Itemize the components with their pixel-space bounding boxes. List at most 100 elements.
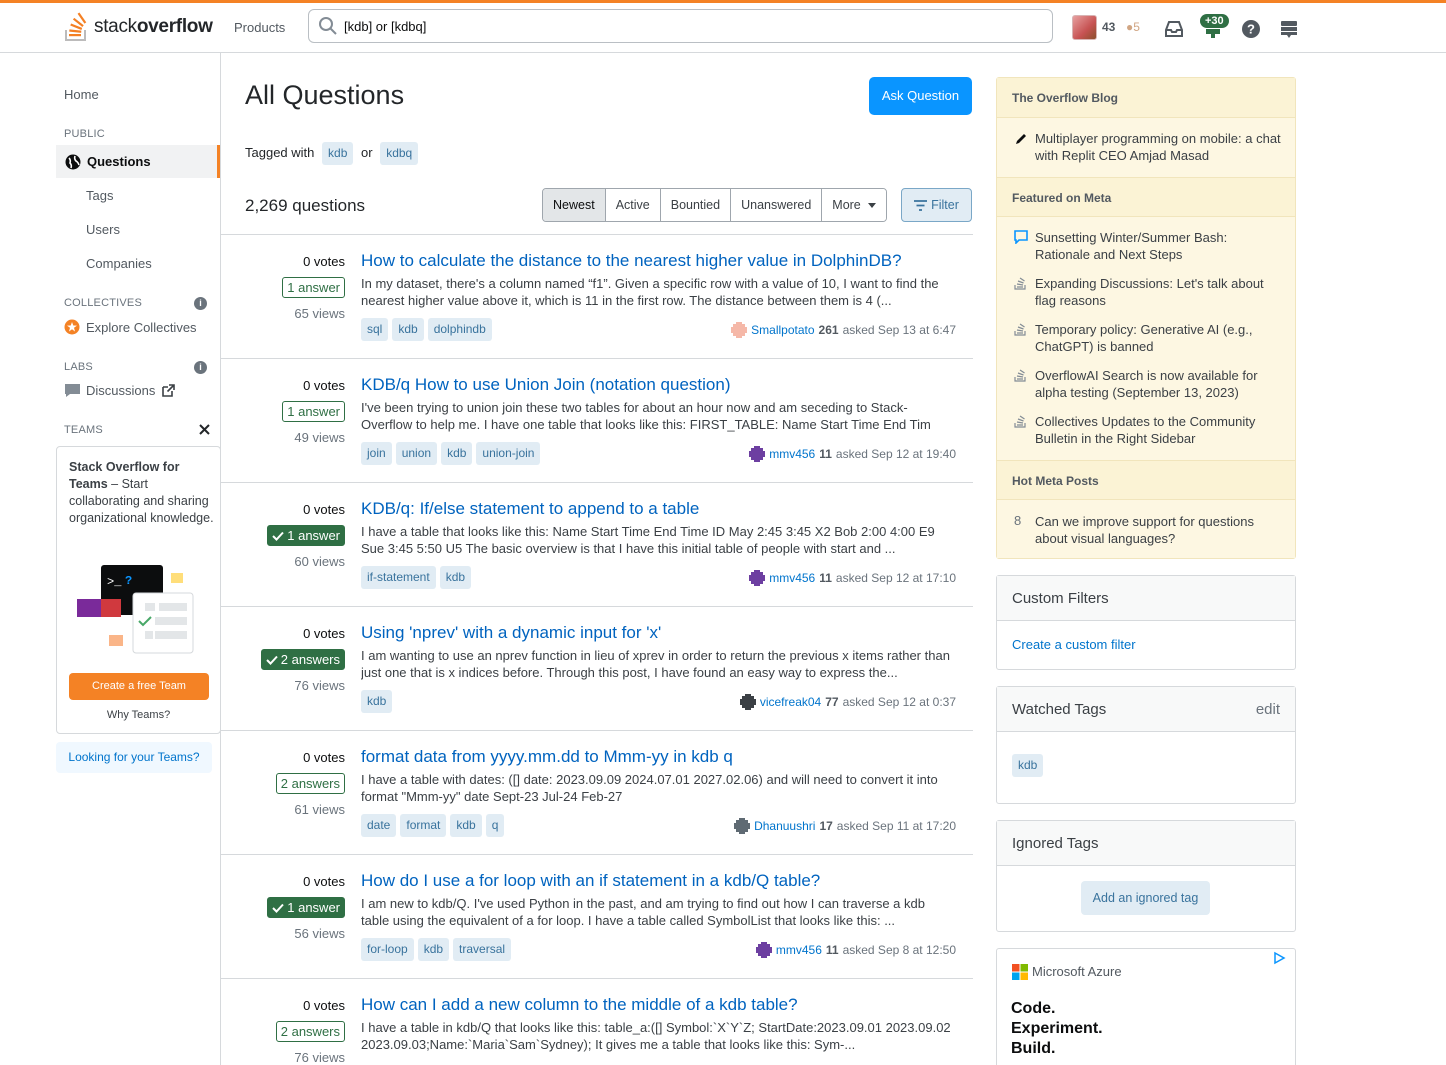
question-tag[interactable]: kdb [417, 938, 450, 961]
question-excerpt: I have a table that looks like this: Nam… [361, 524, 935, 556]
question-title[interactable]: How to calculate the distance to the nea… [361, 251, 902, 271]
question-tag[interactable]: kdb [450, 814, 482, 837]
question-tag[interactable]: traversal [453, 938, 512, 961]
user-name[interactable]: Smallpotato [751, 323, 814, 337]
tag-filter-kdbq[interactable]: kdbq [380, 142, 419, 165]
user-avatar[interactable] [731, 322, 748, 338]
create-filter-link[interactable]: Create a custom filter [1012, 637, 1136, 652]
question-tag[interactable]: date [361, 814, 397, 837]
nav-users[interactable]: Users [86, 222, 120, 237]
create-team-button[interactable]: Create a free Team [69, 673, 209, 700]
question-tag[interactable]: dolphindb [427, 318, 492, 341]
user-avatar[interactable] [749, 570, 766, 586]
question-tag[interactable]: union [395, 442, 438, 465]
meta-item[interactable]: Collectives Updates to the Community Bul… [1035, 413, 1283, 447]
sort-unanswered[interactable]: Unanswered [731, 189, 823, 221]
help-icon[interactable]: ? [1240, 18, 1262, 40]
view-count: 76 views [294, 678, 345, 693]
meta-item[interactable]: Sunsetting Winter/Summer Bash: Rationale… [1035, 229, 1283, 263]
asked-time[interactable]: asked Sep 13 at 6:47 [843, 323, 956, 337]
nav-tags[interactable]: Tags [86, 188, 113, 203]
user-avatar[interactable] [734, 818, 751, 834]
question-summary: 0 votes 1 answer 49 views KDB/q How to u… [221, 358, 973, 482]
add-ignored-tag-button[interactable]: Add an ignored tag [1081, 881, 1210, 915]
answer-count: 1 answer [282, 401, 345, 422]
answer-count: 1 answer [282, 277, 345, 298]
question-tag[interactable]: q [485, 814, 505, 837]
question-tag[interactable]: kdb [441, 442, 473, 465]
nav-companies[interactable]: Companies [86, 256, 152, 271]
question-summary: 0 votes 1 answer 65 views How to calcula… [221, 234, 973, 358]
question-tag[interactable]: join [361, 442, 392, 465]
inbox-icon[interactable] [1163, 18, 1185, 40]
looking-for-teams-button[interactable]: Looking for your Teams? [56, 742, 212, 773]
meta-item[interactable]: Expanding Discussions: Let's talk about … [1035, 275, 1283, 309]
tagged-with-row: Tagged with kdb or kdbq [245, 142, 422, 165]
hot-meta-count: 8 [1014, 513, 1022, 528]
question-tag[interactable]: kdb [439, 566, 472, 589]
user-avatar[interactable] [755, 942, 772, 958]
labs-info-icon[interactable]: i [194, 361, 207, 374]
question-title[interactable]: KDB/q How to use Union Join (notation qu… [361, 375, 730, 395]
adchoices-icon[interactable] [1272, 951, 1286, 965]
watched-tags-edit[interactable]: edit [1256, 687, 1280, 732]
question-title[interactable]: format data from yyyy.mm.dd to Mmm-yy in… [361, 747, 733, 767]
sort-newest[interactable]: Newest [543, 189, 606, 221]
user-avatar[interactable] [749, 446, 766, 462]
question-tag[interactable]: kdb [392, 318, 424, 341]
advertisement[interactable]: Microsoft Azure Code. Experiment. Build. [996, 948, 1296, 1065]
collectives-info-icon[interactable]: i [194, 297, 207, 310]
asked-time[interactable]: asked Sep 12 at 19:40 [836, 447, 956, 461]
stackoverflow-logo-icon [65, 12, 87, 41]
svg-text:?: ? [1247, 22, 1255, 37]
search-bar[interactable] [308, 9, 1053, 43]
site-switcher-icon[interactable] [1278, 18, 1300, 40]
question-tag[interactable]: if-statement [361, 566, 436, 589]
asked-time[interactable]: asked Sep 11 at 17:20 [837, 819, 956, 833]
why-teams-link[interactable]: Why Teams? [57, 709, 220, 721]
meta-item[interactable]: OverflowAI Search is now available for a… [1035, 367, 1283, 401]
sort-bountied[interactable]: Bountied [660, 189, 732, 221]
question-title[interactable]: How do I use a for loop with an if state… [361, 871, 820, 891]
sort-more[interactable]: More [822, 189, 887, 221]
question-count: 2,269 questions [245, 196, 366, 215]
meta-item[interactable]: Temporary policy: Generative AI (e.g., C… [1035, 321, 1283, 355]
nav-questions[interactable]: Questions [56, 145, 220, 178]
products-menu[interactable]: Products [226, 14, 293, 41]
user-name[interactable]: Dhanuushri [754, 819, 815, 833]
asked-time[interactable]: asked Sep 12 at 17:10 [836, 571, 956, 585]
user-name[interactable]: mmv456 [769, 571, 815, 585]
filter-button[interactable]: Filter [901, 188, 972, 222]
question-author: mmv456 11 asked Sep 12 at 17:10 [749, 570, 956, 586]
hot-meta-item[interactable]: Can we improve support for questions abo… [1035, 513, 1283, 547]
user-name[interactable]: vicefreak04 [760, 695, 821, 709]
nav-explore-collectives[interactable]: Explore Collectives [64, 319, 197, 335]
logo[interactable]: stackoverflow [64, 9, 213, 45]
asked-time[interactable]: asked Sep 8 at 12:50 [843, 943, 956, 957]
question-tag[interactable]: format [400, 814, 447, 837]
user-name[interactable]: mmv456 [776, 943, 822, 957]
question-title[interactable]: Using 'nprev' with a dynamic input for '… [361, 623, 661, 643]
question-title[interactable]: How can I add a new column to the middle… [361, 995, 798, 1015]
nav-home[interactable]: Home [64, 87, 99, 102]
ask-question-button[interactable]: Ask Question [869, 77, 972, 115]
blog-item[interactable]: Multiplayer programming on mobile: a cha… [1035, 130, 1283, 164]
sort-active[interactable]: Active [605, 189, 661, 221]
question-tag[interactable]: for-loop [361, 938, 414, 961]
question-tag[interactable]: sql [361, 318, 389, 341]
user-avatar[interactable] [1072, 15, 1097, 40]
asked-time[interactable]: asked Sep 12 at 0:37 [843, 695, 956, 709]
question-tag[interactable]: kdb [361, 690, 393, 713]
close-icon[interactable] [199, 424, 210, 435]
search-input[interactable] [344, 18, 1024, 34]
nav-discussions[interactable]: Discussions [64, 382, 176, 398]
user-avatar[interactable] [739, 694, 756, 710]
question-tag[interactable]: union-join [476, 442, 541, 465]
question-title[interactable]: KDB/q: If/else statement to append to a … [361, 499, 699, 519]
tag-filter-kdb[interactable]: kdb [322, 142, 354, 165]
view-count: 65 views [294, 306, 345, 321]
page-title: All Questions [245, 80, 405, 110]
watched-tag[interactable]: kdb [1012, 754, 1044, 777]
user-name[interactable]: mmv456 [769, 447, 815, 461]
question-summary: 0 votes 2 answers 76 views How can I add… [221, 978, 973, 1065]
